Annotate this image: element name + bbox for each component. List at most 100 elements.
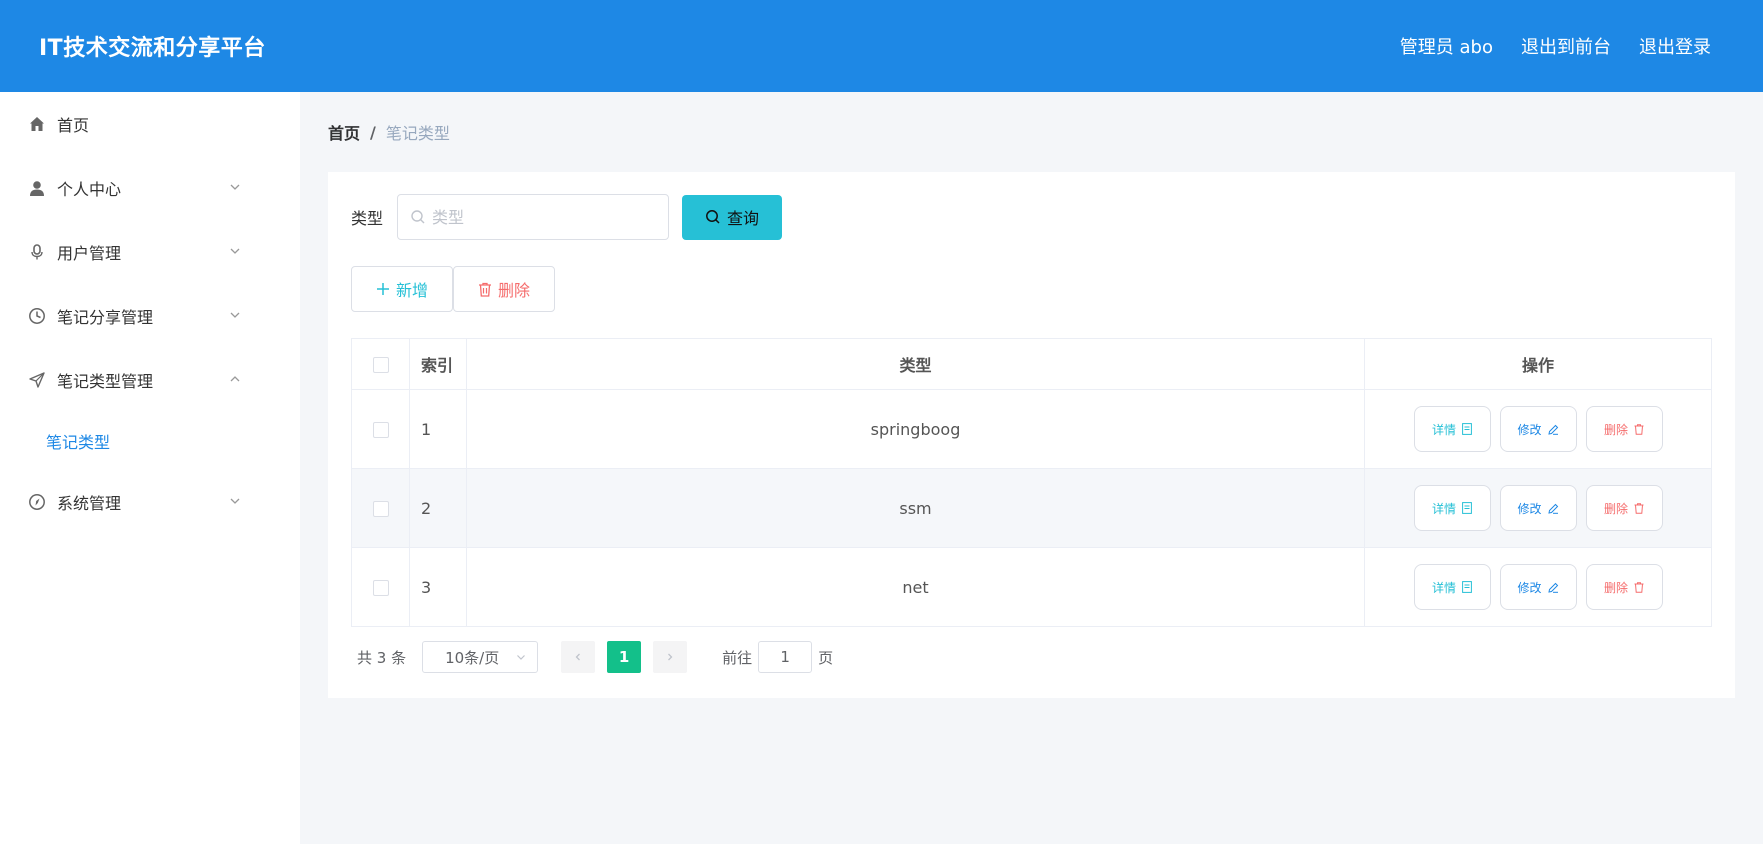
pagination-total: 共 3 条 [357,648,407,667]
breadcrumb: 首页 / 笔记类型 [328,92,1735,172]
row-check-cell [351,389,410,469]
row-ops-cell: 详情 修改 删除 [1364,468,1712,548]
chevron-down-icon [517,655,526,660]
document-icon [1462,423,1472,435]
detail-button[interactable]: 详情 [1413,406,1491,452]
table-row: 2 ssm 详情 修改 删除 [351,468,1712,548]
sidebar-item-label: 系统管理 [57,494,122,513]
chevron-down-icon [230,312,240,318]
action-row: 新增 删除 [351,266,1712,312]
breadcrumb-separator: / [370,122,376,142]
row-index: 3 [409,547,467,627]
search-input[interactable] [432,207,653,227]
row-check-cell [351,547,410,627]
search-icon [706,210,720,224]
select-all-cell [351,338,410,390]
sidebar-item-label: 笔记分享管理 [57,308,154,327]
breadcrumb-current: 笔记类型 [385,124,450,143]
chevron-right-icon [668,653,673,661]
sidebar-item-personal-center[interactable]: 个人中心 [0,156,300,220]
row-check-cell [351,468,410,548]
row-delete-button[interactable]: 删除 [1585,564,1663,610]
logout-link[interactable]: 退出登录 [1639,33,1711,59]
detail-button[interactable]: 详情 [1413,564,1491,610]
main-content: 首页 / 笔记类型 类型 查询 新增 删除 [328,92,1735,698]
row-ops-cell: 详情 修改 删除 [1364,389,1712,469]
goto-page-input[interactable] [758,641,813,673]
edit-button[interactable]: 修改 [1499,564,1577,610]
top-header: IT技术交流和分享平台 管理员 abo 退出到前台 退出登录 [0,0,1763,92]
query-button[interactable]: 查询 [682,194,783,240]
edit-button[interactable]: 修改 [1499,485,1577,531]
edit-button-label: 修改 [1517,580,1542,595]
sidebar-item-label: 笔记类型管理 [57,372,154,391]
clock-icon [27,306,47,326]
pencil-icon [1547,424,1558,435]
goto-suffix: 页 [818,648,834,667]
compass-icon [27,492,47,512]
prev-page-button[interactable] [561,641,596,673]
sidebar-item-label: 个人中心 [57,180,122,199]
chevron-up-icon [230,376,240,382]
sidebar-item-note-share-management[interactable]: 笔记分享管理 [0,284,300,348]
edit-button[interactable]: 修改 [1499,406,1577,452]
edit-button-label: 修改 [1517,501,1542,516]
delete-button-label: 删除 [497,283,530,300]
search-icon [411,210,425,224]
sidebar-item-user-management[interactable]: 用户管理 [0,220,300,284]
pagination: 共 3 条 10条/页 1 前往 页 [351,641,1712,673]
app-title: IT技术交流和分享平台 [39,36,266,61]
breadcrumb-home[interactable]: 首页 [328,120,360,144]
trash-icon [1634,423,1644,435]
user-icon [27,178,47,198]
sidebar: 首页 个人中心 用户管理 笔记分享管理 笔记类型管理 笔记类型 系统管理 [0,92,300,844]
delete-button-label: 删除 [1603,422,1628,437]
table-row: 3 net 详情 修改 删除 [351,547,1712,627]
exit-to-front-link[interactable]: 退出到前台 [1521,33,1611,59]
admin-user-label[interactable]: 管理员 abo [1400,33,1493,59]
plus-icon [376,283,389,295]
delete-button-label: 删除 [1603,580,1628,595]
batch-delete-button[interactable]: 删除 [453,266,555,312]
trash-icon [1634,581,1644,593]
page-number-current[interactable]: 1 [607,641,642,673]
column-header-index: 索引 [409,338,467,390]
sidebar-item-note-type-management[interactable]: 笔记类型管理 [0,348,300,412]
row-type: net [466,547,1365,627]
query-button-label: 查询 [727,211,760,228]
pencil-icon [1547,582,1558,593]
detail-button-label: 详情 [1431,501,1456,516]
row-delete-button[interactable]: 删除 [1585,406,1663,452]
chevron-down-icon [230,498,240,504]
search-box [397,194,670,240]
row-checkbox[interactable] [372,580,389,596]
next-page-button[interactable] [653,641,688,673]
sidebar-item-label: 首页 [57,116,90,135]
table-row: 1 springboog 详情 修改 删除 [351,389,1712,469]
page-size-value: 10条/页 [445,648,500,667]
row-delete-button[interactable]: 删除 [1585,485,1663,531]
add-button[interactable]: 新增 [351,266,453,312]
row-ops-cell: 详情 修改 删除 [1364,547,1712,627]
detail-button-label: 详情 [1431,580,1456,595]
chevron-left-icon [575,653,581,661]
goto-page: 前往 页 [722,641,833,673]
page-size-select[interactable]: 10条/页 [422,641,539,673]
sidebar-subitem-note-type[interactable]: 笔记类型 [0,412,300,470]
sidebar-item-label: 用户管理 [57,244,122,263]
document-icon [1462,581,1472,593]
send-icon [27,370,47,390]
row-index: 1 [409,389,467,469]
sidebar-item-home[interactable]: 首页 [0,92,300,156]
row-checkbox[interactable] [372,501,389,517]
sidebar-item-system-management[interactable]: 系统管理 [0,470,300,534]
row-type: ssm [466,468,1365,548]
select-all-checkbox[interactable] [372,357,389,373]
content-card: 类型 查询 新增 删除 索引 [328,172,1735,698]
detail-button[interactable]: 详情 [1413,485,1491,531]
detail-button-label: 详情 [1431,422,1456,437]
column-header-type: 类型 [466,338,1365,390]
search-row: 类型 查询 [351,194,1712,240]
row-checkbox[interactable] [372,422,389,438]
search-label: 类型 [351,209,384,228]
